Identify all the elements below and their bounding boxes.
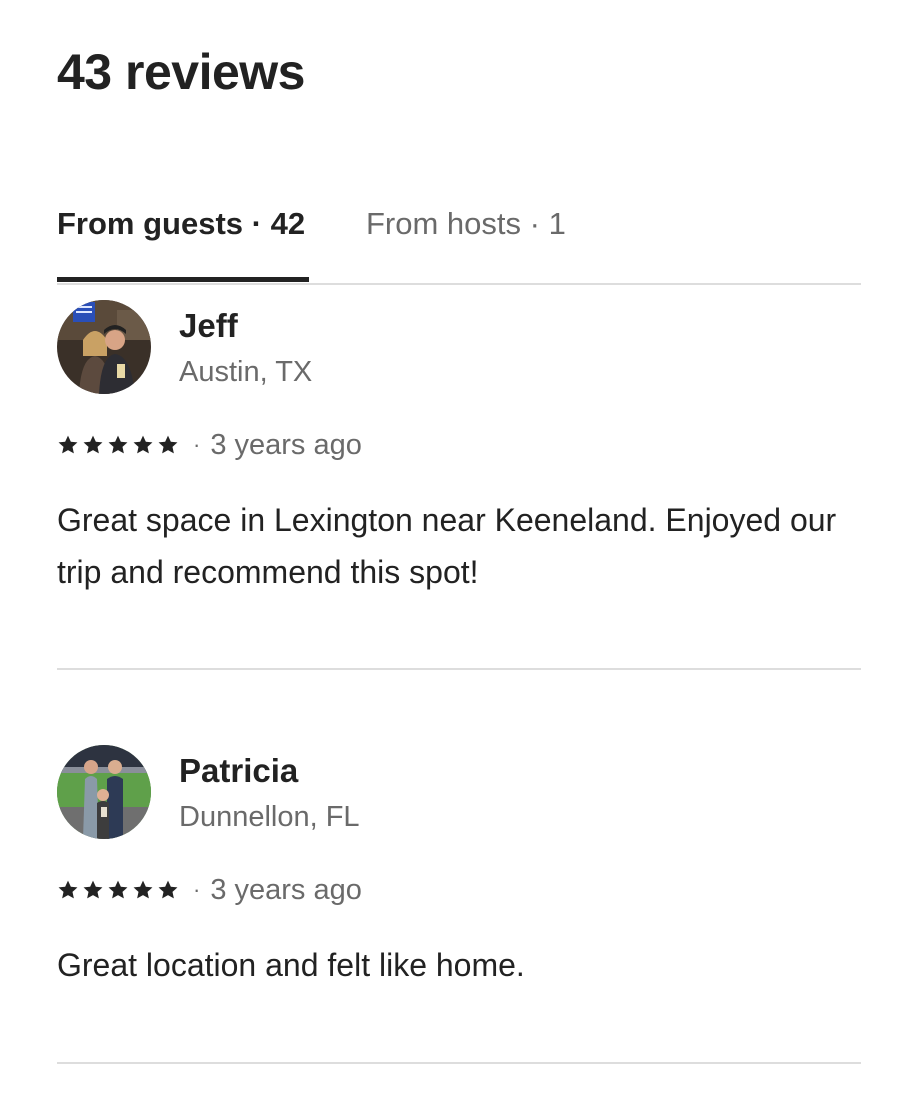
reviewer-location: Austin, TX — [179, 356, 313, 388]
star-icon — [57, 434, 79, 456]
review-meta: · 3 years ago — [57, 426, 362, 464]
star-icon — [157, 879, 179, 901]
star-icon — [82, 434, 104, 456]
review-date: 3 years ago — [210, 873, 362, 906]
meta-separator: · — [193, 432, 201, 457]
avatar-photo-icon — [57, 745, 151, 839]
rating-stars — [57, 434, 179, 456]
reviewer-location: Dunnellon, FL — [179, 801, 360, 833]
reviewer-name: Patricia — [179, 752, 299, 789]
tab-from-hosts[interactable]: From hosts · 1 — [366, 200, 566, 248]
star-icon — [82, 879, 104, 901]
review-text: Great location and felt like home. — [57, 947, 525, 983]
reviews-page: 43 reviews From guests · 42 From hosts ·… — [0, 0, 900, 1114]
star-icon — [107, 879, 129, 901]
avatar[interactable] — [57, 300, 151, 394]
review-tabs: From guests · 42 From hosts · 1 — [57, 200, 861, 285]
review-meta: · 3 years ago — [57, 871, 362, 909]
meta-separator: · — [193, 877, 201, 902]
star-icon — [157, 434, 179, 456]
tabs-divider — [57, 283, 861, 285]
tab-from-guests[interactable]: From guests · 42 — [57, 200, 305, 248]
avatar[interactable] — [57, 745, 151, 839]
review-date: 3 years ago — [210, 428, 362, 461]
star-icon — [132, 879, 154, 901]
review-text: Great space in Lexington near Keeneland.… — [57, 502, 837, 590]
star-icon — [107, 434, 129, 456]
star-icon — [132, 434, 154, 456]
page-title: 43 reviews — [57, 44, 305, 100]
rating-stars — [57, 879, 179, 901]
avatar-photo-icon — [57, 300, 151, 394]
star-icon — [57, 879, 79, 901]
reviewer-name: Jeff — [179, 307, 238, 344]
review-divider — [57, 1062, 861, 1064]
active-tab-indicator — [57, 277, 309, 282]
review-divider — [57, 668, 861, 670]
